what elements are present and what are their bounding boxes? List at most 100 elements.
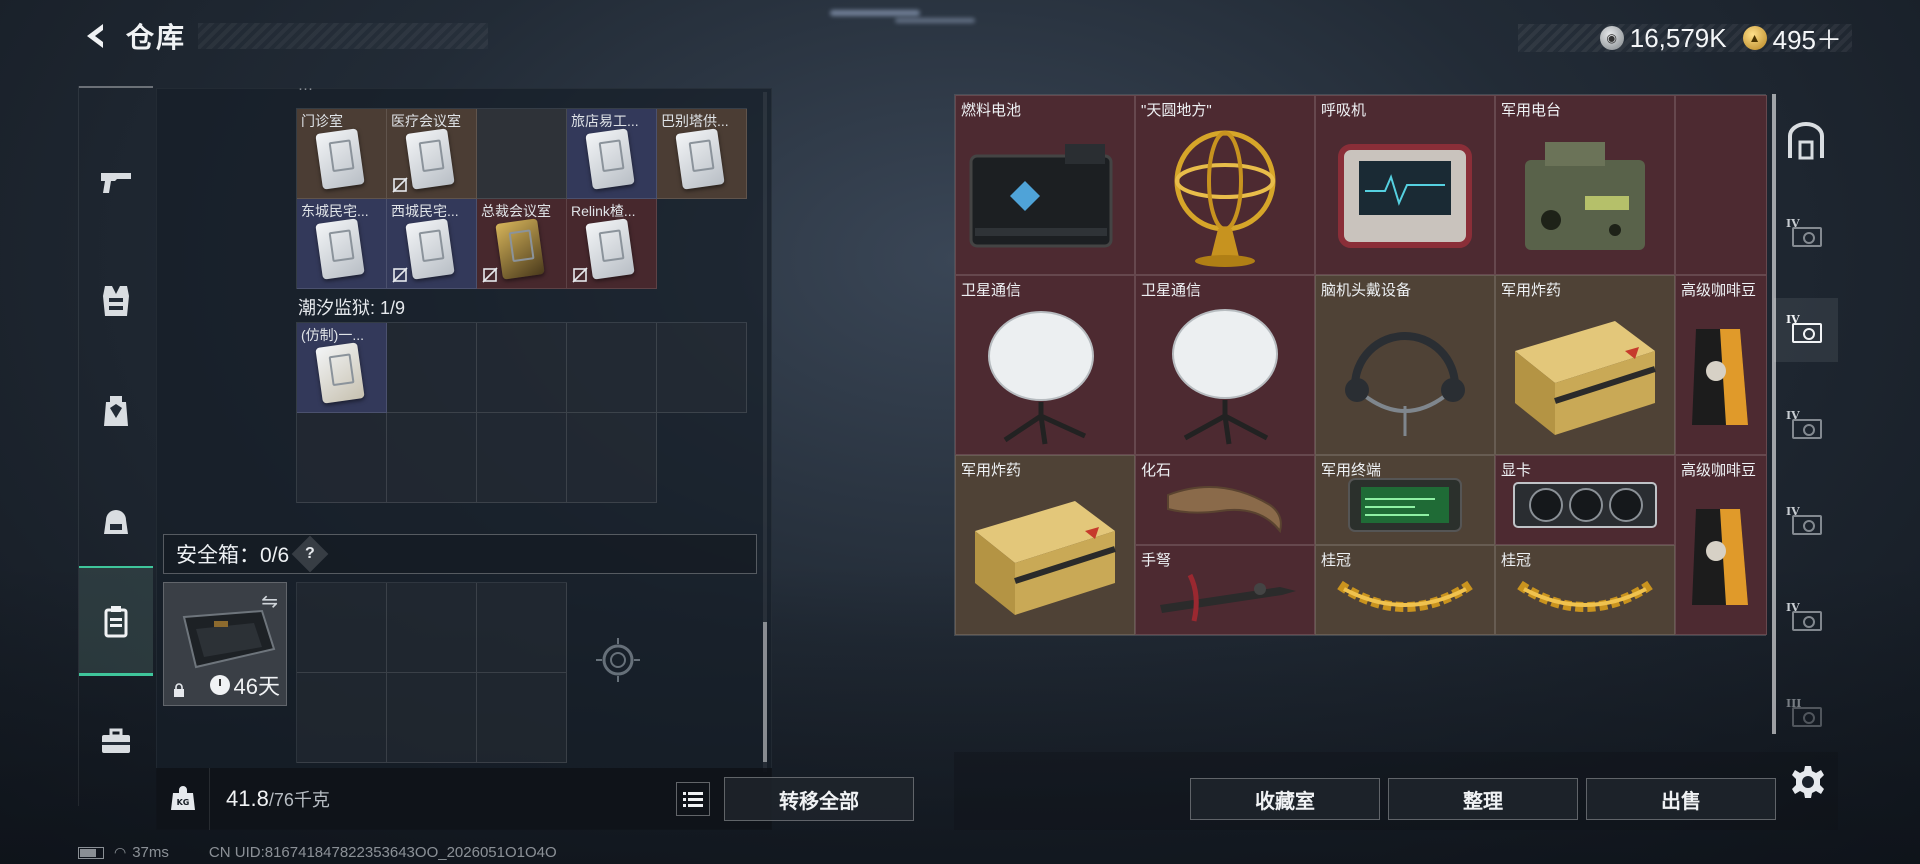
keycard-slot[interactable]: (仿制)一... (297, 323, 387, 413)
empty-slot[interactable] (477, 323, 567, 413)
item-satellite-comm[interactable]: 卫星通信 (955, 275, 1135, 455)
help-icon[interactable]: ? (291, 535, 329, 573)
armor-vest-icon (103, 286, 129, 316)
item-label: 桂冠 (1501, 552, 1532, 569)
ping-value: 37ms (132, 844, 169, 861)
item-label: 卫星通信 (961, 282, 1022, 299)
gear-icon[interactable] (1790, 764, 1826, 800)
gold-balance[interactable]: 495＋ (1773, 20, 1842, 57)
empty-slot[interactable] (387, 323, 477, 413)
empty-slot[interactable] (477, 413, 567, 503)
item-bci-headset[interactable]: 脑机头戴设备 (1315, 275, 1495, 455)
filter-tier4-a[interactable]: IV (1774, 202, 1838, 266)
item-laurel[interactable]: 桂冠 (1315, 545, 1495, 635)
filter-tier4-d[interactable]: IV (1774, 586, 1838, 650)
keycard-slot[interactable]: 医疗会议室 (387, 109, 477, 199)
item-satellite-comm[interactable]: 卫星通信 (1135, 275, 1315, 455)
sell-button[interactable]: 出售 (1586, 778, 1776, 820)
safe-box-item[interactable]: ⇋ 46天 (163, 582, 287, 706)
empty-slot[interactable] (477, 583, 567, 673)
swap-icon[interactable]: ⇋ (261, 589, 278, 614)
item-ventilator[interactable]: 呼吸机 (1315, 95, 1495, 275)
filter-tier4-b[interactable]: IV (1774, 298, 1838, 362)
keycard-slot[interactable]: 巴别塔供... (657, 109, 747, 199)
nav-armor[interactable] (79, 246, 153, 356)
item-crossbow[interactable]: 手弩 (1135, 545, 1315, 635)
empty-slot[interactable] (567, 413, 657, 503)
explosive-crate-icon (1515, 320, 1656, 435)
empty-slot[interactable] (477, 673, 567, 763)
keycard-slot[interactable]: 西城民宅... (387, 199, 477, 289)
item-label: 显卡 (1501, 462, 1532, 479)
item-military-explosive[interactable]: 军用炸药 (1495, 275, 1675, 455)
empty-slot[interactable] (297, 413, 387, 503)
keycard-slot[interactable]: 总裁会议室 (477, 199, 567, 289)
item-fuel-cell[interactable]: 燃料电池 (955, 95, 1135, 275)
empty-slot[interactable] (567, 323, 657, 413)
filter-tier4-medical[interactable]: IV (1774, 394, 1838, 458)
collection-room-button[interactable]: 收藏室 (1190, 778, 1380, 820)
ventilator-icon (1338, 143, 1472, 248)
scrollbar-thumb[interactable] (763, 622, 767, 762)
keycard-slot[interactable]: 门诊室 (297, 109, 387, 199)
safe-box-timer: 46天 (209, 669, 280, 701)
keycard-label: Relink楂... (571, 203, 636, 219)
back-arrow-icon[interactable] (78, 18, 114, 54)
unlinked-icon (482, 267, 498, 283)
uid-text: CN UID:816741847822353643OO_2026051O1O4O (208, 844, 557, 861)
empty-slot[interactable] (387, 413, 477, 503)
backpack-icon (104, 396, 128, 426)
item-premium-coffee[interactable]: 高级咖啡豆 (1675, 455, 1767, 635)
empty-slot[interactable] (297, 583, 387, 673)
item-label: 军用电台 (1501, 102, 1562, 119)
item-premium-coffee[interactable]: 高级咖啡豆 (1675, 275, 1767, 455)
keycard-label: 总裁会议室 (481, 203, 551, 219)
empty-slot[interactable] (1675, 95, 1767, 275)
empty-slot[interactable] (657, 323, 747, 413)
loot-grid: 燃料电池 "天圆地方" 呼吸机 军用电台 卫星通信 卫星通信 脑机头戴设备 军用… (954, 94, 1767, 636)
transfer-all-button[interactable]: 转移全部 (724, 777, 914, 821)
item-label: 脑机头戴设备 (1321, 282, 1412, 299)
item-armillary[interactable]: "天圆地方" (1135, 95, 1315, 275)
item-laurel[interactable]: 桂冠 (1495, 545, 1675, 635)
empty-slot[interactable] (297, 673, 387, 763)
item-fossil[interactable]: 化石 (1135, 455, 1315, 545)
headset-icon (1345, 331, 1465, 436)
filter-tier4-c[interactable]: IV (1774, 490, 1838, 554)
explosive-crate-icon (975, 500, 1116, 615)
item-label: 卫星通信 (1141, 282, 1202, 299)
empty-slot[interactable] (387, 673, 477, 763)
stash-scrollbar[interactable] (763, 92, 767, 772)
filter-all[interactable] (1774, 110, 1838, 174)
keycard-slot[interactable]: 旅店易工... (567, 109, 657, 199)
tier3-case-icon: III (1786, 697, 1826, 729)
ceiling-light (830, 10, 920, 16)
coffee-bag-icon (1692, 508, 1748, 605)
fossil-claw-icon (1167, 486, 1282, 534)
item-graphics-card[interactable]: 显卡 (1495, 455, 1675, 545)
nav-safe-box[interactable] (79, 566, 153, 676)
nav-weapon[interactable] (79, 126, 153, 236)
nav-backpack[interactable] (79, 356, 153, 466)
keycard-slot[interactable]: Relink楂... (567, 199, 657, 289)
item-label: 化石 (1141, 462, 1172, 479)
list-view-button[interactable] (676, 782, 710, 816)
keycard-icon (405, 128, 455, 190)
item-label: 军用炸药 (961, 462, 1022, 479)
keycard-slot[interactable]: 东城民宅... (297, 199, 387, 289)
unlinked-icon (392, 267, 408, 283)
item-military-explosive[interactable]: 军用炸药 (955, 455, 1135, 635)
weight-readout: 41.8/76千克 (226, 786, 330, 812)
nav-toolbox[interactable] (79, 686, 153, 796)
filter-tier3[interactable]: III (1774, 682, 1838, 746)
tier4-medical-icon: IV (1786, 409, 1826, 441)
empty-slot[interactable] (387, 583, 477, 673)
item-military-radio[interactable]: 军用电台 (1495, 95, 1675, 275)
all-items-icon (1788, 122, 1824, 160)
organize-button[interactable]: 整理 (1388, 778, 1578, 820)
item-label: 高级咖啡豆 (1681, 462, 1757, 479)
empty-slot[interactable] (477, 109, 567, 199)
item-military-terminal[interactable]: 军用终端 (1315, 455, 1495, 545)
nav-rig[interactable] (79, 466, 153, 576)
item-label: "天圆地方" (1141, 102, 1212, 119)
